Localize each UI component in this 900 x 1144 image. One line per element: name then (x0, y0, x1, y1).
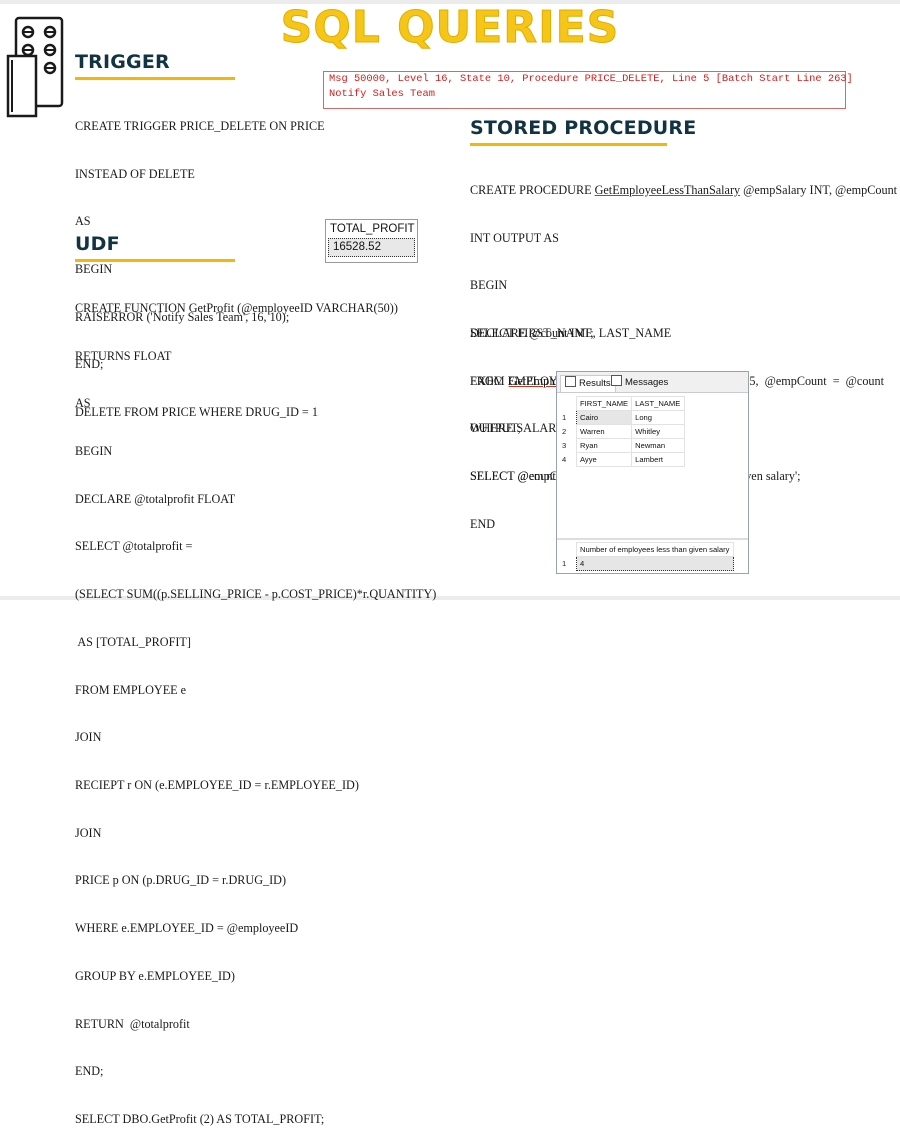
count-results-grid: Number of employees less than given sala… (559, 542, 734, 571)
table-row[interactable]: 1 4 (559, 556, 734, 571)
row-number: 2 (562, 427, 567, 436)
result-value-cell[interactable]: 16528.52 (328, 238, 415, 257)
row-number: 4 (562, 455, 567, 464)
table-cell[interactable]: Newman (631, 438, 686, 453)
code-line: (SELECT SUM((p.SELLING_PRICE - p.COST_PR… (75, 587, 437, 602)
row-number-header (559, 397, 577, 411)
table-cell[interactable]: Ayye (575, 452, 633, 467)
table-row[interactable]: 2 Warren Whitley (559, 424, 686, 439)
error-line: Notify Sales Team (329, 88, 436, 100)
results-tabbar: Results Messages (557, 372, 748, 393)
grid-icon (565, 376, 576, 387)
table-cell[interactable]: Warren (575, 424, 633, 439)
code-line: RECIEPT r ON (e.EMPLOYEE_ID = r.EMPLOYEE… (75, 778, 359, 792)
code-line: WHERE e.EMPLOYEE_ID = @employeeID (75, 921, 299, 936)
code-line: SELECT @totalprofit = (75, 539, 193, 554)
table-cell[interactable]: Ryan (575, 438, 633, 453)
row-number: 1 (562, 559, 567, 568)
table-cell[interactable]: 4 (576, 556, 734, 571)
header-row: Number of employees less than given sala… (559, 542, 734, 557)
code-line: AS (75, 214, 91, 229)
table-cell[interactable]: Cairo (575, 410, 633, 425)
error-line: Msg 50000, Level 16, State 10, Procedure… (329, 73, 853, 85)
code-params: @empSalary INT, @empCount (740, 182, 898, 197)
udf-heading: UDF (75, 233, 120, 255)
tab-label: Messages (625, 377, 669, 388)
code-line: JOIN (75, 825, 102, 840)
employee-results-grid: FIRST_NAME LAST_NAME 1 Cairo Long 2 Warr… (559, 396, 686, 467)
code-line: JOIN (75, 730, 102, 745)
page-title: SQL QUERIES (280, 2, 620, 54)
trigger-underline (75, 77, 235, 80)
code-line: GROUP BY e.EMPLOYEE_ID) (75, 968, 235, 983)
table-cell[interactable]: Lambert (631, 452, 686, 467)
code-keyword: CREATE PROCEDURE (470, 182, 595, 197)
code-keyword: EXEC (470, 373, 502, 388)
stored-procedure-underline (470, 143, 667, 146)
column-header[interactable]: LAST_NAME (631, 396, 686, 411)
results-pane: Results Messages FIRST_NAME LAST_NAME 1 … (556, 371, 749, 574)
udf-code: CREATE FUNCTION GetProfit (@employeeID V… (75, 269, 436, 1144)
code-line: AS [TOTAL_PROFIT] (75, 634, 191, 649)
code-line: INSTEAD OF DELETE (75, 166, 195, 181)
code-line: CREATE FUNCTION GetProfit (@employeeID V… (75, 300, 398, 315)
tab-label: Results (579, 378, 611, 389)
code-line: CREATE TRIGGER PRICE_DELETE ON PRICE (75, 118, 325, 133)
total-profit-result: TOTAL_PROFIT 16528.52 (325, 219, 418, 263)
row-number: 1 (562, 413, 567, 422)
result-set-divider (557, 538, 748, 540)
result-column-header: TOTAL_PROFIT (330, 223, 415, 235)
row-number: 3 (562, 441, 567, 450)
header-row: FIRST_NAME LAST_NAME (559, 396, 686, 411)
code-line: PRICE p ON (p.DRUG_ID = r.DRUG_ID) (75, 873, 287, 888)
code-line: RETURN @totalprofit (75, 1016, 190, 1031)
code-line: END; (75, 1064, 104, 1079)
tab-messages[interactable]: Messages (611, 375, 668, 391)
code-line: FROM EMPLOYEE e (75, 682, 187, 697)
table-row[interactable]: 3 Ryan Newman (559, 438, 686, 453)
code-line: BEGIN (470, 278, 508, 293)
code-line: BEGIN (75, 443, 113, 458)
trigger-heading: TRIGGER (75, 51, 170, 73)
code-line: CREATE PROCEDURE GetEmployeeLessThanSala… (470, 183, 897, 199)
table-cell[interactable]: Whitley (631, 424, 686, 439)
udf-underline (75, 259, 235, 262)
error-message-box: Msg 50000, Level 16, State 10, Procedure… (323, 71, 853, 109)
table-row[interactable]: 1 Cairo Long (559, 410, 686, 425)
code-line: DECLARE @count INT; (470, 325, 594, 340)
database-cabinet-icon (6, 16, 64, 118)
code-line: RETURNS FLOAT (75, 348, 172, 363)
code-line: DECLARE @totalprofit FLOAT (75, 491, 236, 506)
stored-procedure-heading: STORED PROCEDURE (470, 117, 697, 139)
code-line: SELECT DBO.GetProfit (2) AS TOTAL_PROFIT… (75, 1112, 325, 1127)
code-line: AS (75, 396, 91, 411)
code-line: INT OUTPUT AS (470, 230, 559, 245)
tab-results[interactable]: Results (560, 375, 616, 392)
row-number-header (559, 543, 577, 557)
table-row[interactable]: 4 Ayye Lambert (559, 452, 686, 467)
column-header[interactable]: FIRST_NAME (575, 396, 633, 411)
table-cell[interactable]: Long (631, 410, 686, 425)
column-header[interactable]: Number of employees less than given sala… (576, 542, 734, 557)
messages-icon (611, 375, 622, 386)
procedure-name: GetEmployeeLessThanSalary (594, 182, 741, 197)
